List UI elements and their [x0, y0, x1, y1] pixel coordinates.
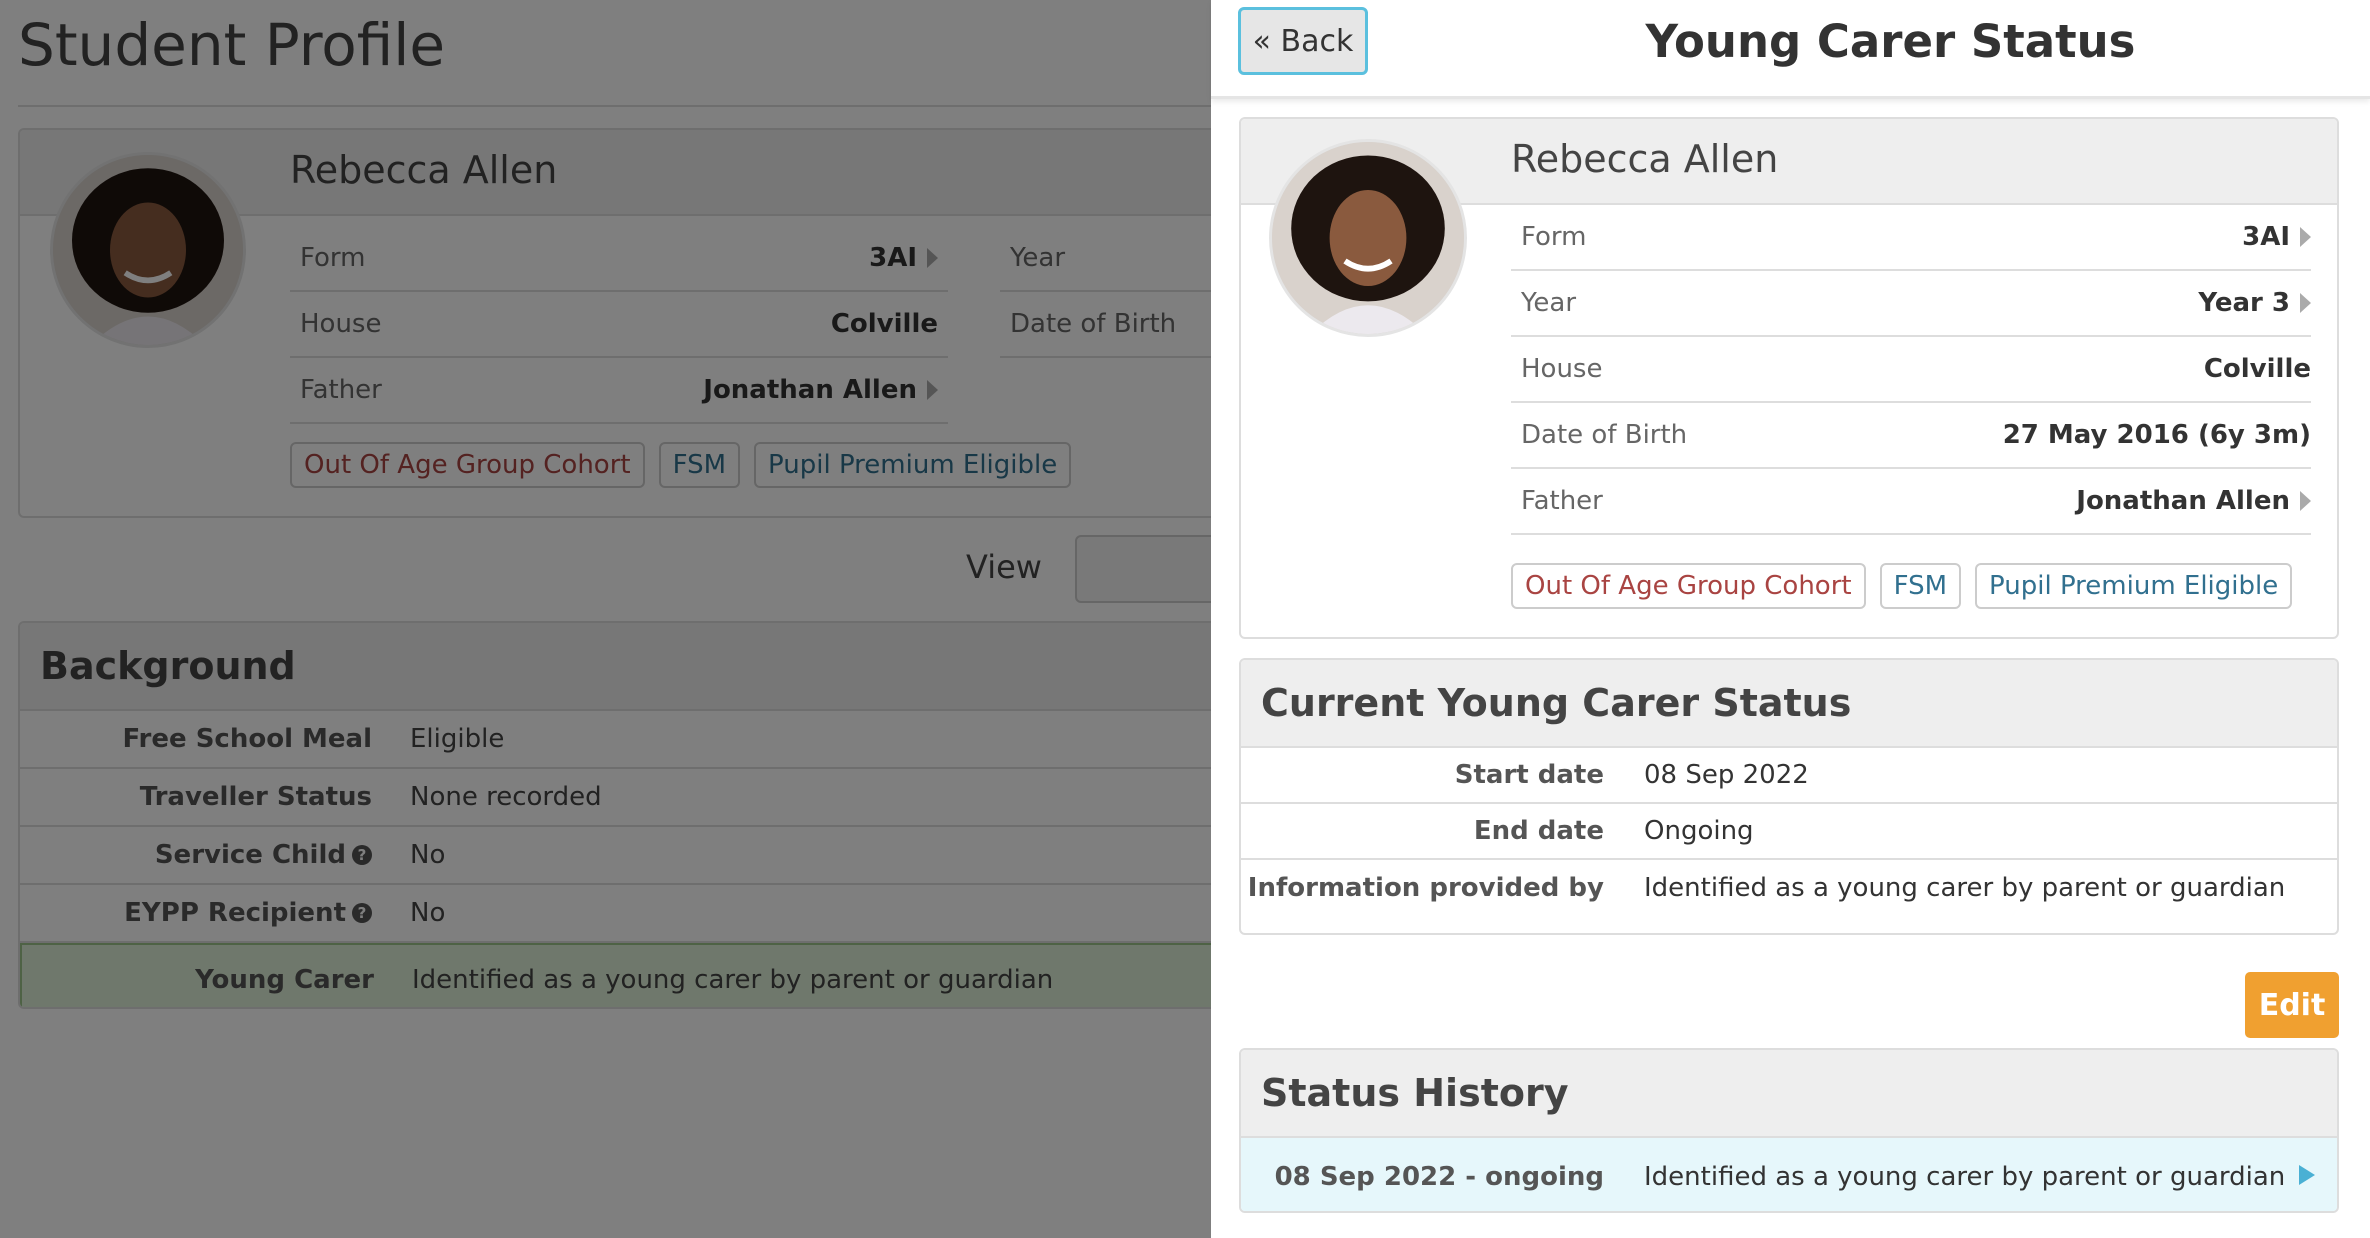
panel-father-link[interactable]: Jonathan Allen — [2076, 486, 2311, 516]
tag-fsm: FSM — [1879, 563, 1962, 609]
current-status-header: Current Young Carer Status — [1241, 660, 2337, 748]
panel-student-card: Rebecca Allen Form 3AI Year Year 3 House — [1239, 117, 2339, 639]
edit-button[interactable]: Edit — [2245, 972, 2339, 1038]
history-item[interactable]: 08 Sep 2022 - ongoing Identified as a yo… — [1241, 1138, 2337, 1211]
panel-year-link[interactable]: Year 3 — [2198, 288, 2311, 318]
panel-form-link[interactable]: 3AI — [2242, 222, 2311, 252]
status-row-provider: Information provided by Identified as a … — [1247, 873, 2286, 903]
play-arrow-icon — [2299, 1165, 2315, 1185]
modal-backdrop[interactable] — [0, 0, 1211, 1238]
current-status-card: Current Young Carer Status Start date 08… — [1239, 658, 2339, 935]
back-button[interactable]: « Back — [1238, 7, 1368, 75]
panel-header: « Back Young Carer Status — [1211, 0, 2370, 99]
panel-student-name: Rebecca Allen — [1511, 137, 1779, 181]
current-status-title: Current Young Carer Status — [1261, 681, 1852, 725]
status-row-start: Start date 08 Sep 2022 — [1241, 748, 2337, 804]
panel-field-year: Year Year 3 — [1511, 271, 2311, 337]
tag-pupil-premium: Pupil Premium Eligible — [1975, 563, 2293, 609]
panel-student-avatar — [1269, 139, 1467, 337]
panel-title: Young Carer Status — [1645, 15, 2136, 68]
tag-out-of-age: Out Of Age Group Cohort — [1511, 563, 1866, 609]
panel-field-father: Father Jonathan Allen — [1511, 469, 2311, 535]
chevron-right-icon — [2300, 227, 2311, 247]
status-history-card: Status History 08 Sep 2022 - ongoing Ide… — [1239, 1048, 2339, 1213]
panel-student-fields: Form 3AI Year Year 3 House Colville Date… — [1511, 205, 2311, 535]
young-carer-panel: « Back Young Carer Status Rebecca Allen … — [1211, 0, 2370, 1238]
panel-field-house: House Colville — [1511, 337, 2311, 403]
panel-field-dob: Date of Birth 27 May 2016 (6y 3m) — [1511, 403, 2311, 469]
status-history-header: Status History — [1241, 1050, 2337, 1138]
chevron-right-icon — [2300, 491, 2311, 511]
chevron-right-icon — [2300, 293, 2311, 313]
panel-field-form: Form 3AI — [1511, 205, 2311, 271]
status-row-end: End date Ongoing — [1241, 804, 2337, 860]
panel-student-tags: Out Of Age Group Cohort FSM Pupil Premium … — [1511, 563, 2306, 609]
status-history-title: Status History — [1261, 1071, 1569, 1115]
student-photo-icon — [1272, 142, 1464, 334]
